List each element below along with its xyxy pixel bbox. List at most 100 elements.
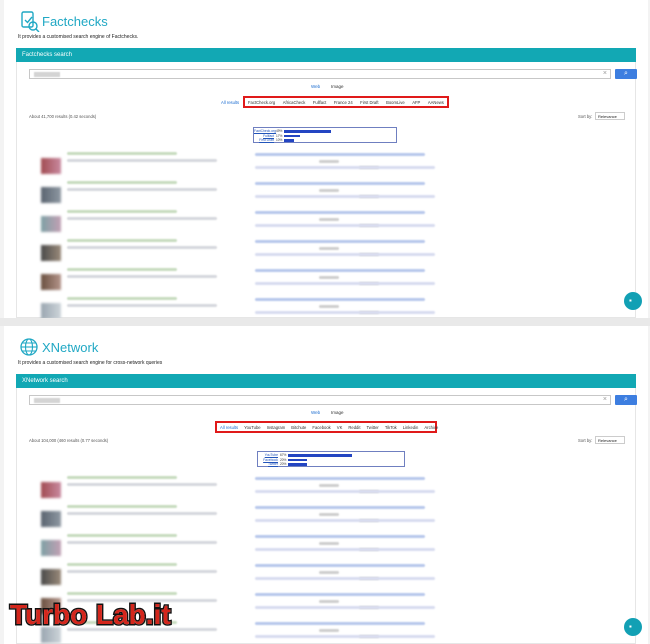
tab-refinement[interactable]: Facebook — [312, 425, 330, 430]
result-text-blur — [67, 152, 177, 155]
sort-select[interactable]: Relevance — [595, 112, 625, 120]
tab-all-results[interactable]: All results — [221, 100, 239, 105]
chat-button[interactable]: ▪ — [624, 292, 642, 310]
result-text-blur — [67, 210, 177, 213]
mini-chart-label[interactable]: YouTube — [258, 453, 278, 457]
result-text-blur — [255, 253, 435, 256]
mini-chart-bar — [288, 463, 308, 466]
result-text-blur — [255, 166, 435, 169]
mini-chart-label[interactable]: FactCheck.org — [254, 129, 276, 133]
search-result[interactable] — [29, 181, 629, 205]
refinement-mini-chart: YouTube 67% Facebook 20% Twitter 20% — [257, 451, 405, 467]
result-text-blur — [255, 548, 435, 551]
watermark-logo: Turbo Turbo Lab.it Lab.it — [9, 598, 173, 632]
result-text-blur — [255, 282, 435, 285]
result-thumbnail[interactable] — [41, 303, 61, 318]
tab-refinement[interactable]: First Draft — [360, 100, 378, 105]
search-input[interactable]: × — [29, 395, 611, 405]
chat-button[interactable]: ▪ — [624, 618, 642, 636]
mini-chart-percent: 49% — [276, 129, 283, 134]
search-result[interactable] — [29, 239, 629, 263]
results-count: About 41,700 results (0.42 seconds) — [29, 114, 97, 119]
result-thumbnail[interactable] — [41, 158, 61, 174]
svg-text:Turbo: Turbo — [10, 599, 87, 630]
result-text-blur — [67, 188, 217, 191]
tab-refinement[interactable]: Instagram — [267, 425, 286, 430]
search-result[interactable] — [29, 534, 629, 558]
result-thumbnail[interactable] — [41, 482, 61, 498]
tab-refinement[interactable]: Archive — [424, 425, 438, 430]
panel-divider — [0, 318, 650, 326]
tab-refinement[interactable]: Twitter — [366, 425, 378, 430]
search-result[interactable] — [29, 297, 629, 318]
tab-web[interactable]: Web — [311, 410, 320, 415]
search-value — [34, 398, 60, 403]
tab-refinement[interactable]: YouTube — [244, 425, 260, 430]
clear-icon[interactable]: × — [603, 70, 607, 77]
result-text-blur — [319, 305, 339, 308]
search-icon: ⌕ — [624, 396, 628, 403]
search-result[interactable] — [29, 476, 629, 500]
mini-chart-label[interactable]: Twitter — [258, 462, 278, 466]
result-text-blur — [255, 153, 425, 156]
result-text-blur — [67, 483, 217, 486]
tab-refinement[interactable]: Fullfact — [313, 100, 327, 105]
svg-text:Lab.it: Lab.it — [96, 599, 171, 630]
result-text-blur — [67, 541, 217, 544]
search-result[interactable] — [29, 210, 629, 234]
search-result[interactable] — [29, 505, 629, 529]
search-button[interactable]: ⌕ — [615, 395, 637, 405]
tab-image[interactable]: Image — [331, 84, 344, 89]
sort-select[interactable]: Relevance — [595, 436, 625, 444]
result-thumbnail[interactable] — [41, 569, 61, 585]
search-result[interactable] — [29, 563, 629, 587]
tab-all-results[interactable]: All results — [220, 425, 238, 430]
result-text-blur — [255, 577, 435, 580]
result-text-blur — [255, 477, 425, 480]
tab-image[interactable]: Image — [331, 410, 344, 415]
mini-chart-bar — [284, 139, 294, 142]
tab-refinement[interactable]: Reddit — [348, 425, 360, 430]
search-result[interactable] — [29, 152, 629, 176]
tab-refinement[interactable]: FactCheck.org — [248, 100, 275, 105]
result-text-blur — [255, 593, 425, 596]
mini-chart-label[interactable]: Facebook — [258, 458, 278, 462]
mini-chart-label[interactable]: Fullfact — [254, 134, 274, 138]
tab-refinement[interactable]: TikTok — [385, 425, 397, 430]
result-text-blur — [67, 159, 217, 162]
tab-web[interactable]: Web — [311, 84, 320, 89]
result-text-blur — [67, 512, 217, 515]
result-thumbnail[interactable] — [41, 187, 61, 203]
result-text-blur — [319, 571, 339, 574]
tab-refinement[interactable]: AfricaCheck — [283, 100, 306, 105]
result-thumbnail[interactable] — [41, 511, 61, 527]
tab-refinement[interactable]: BoomLive — [386, 100, 405, 105]
result-thumbnail[interactable] — [41, 245, 61, 261]
search-result[interactable] — [29, 268, 629, 292]
result-thumbnail[interactable] — [41, 540, 61, 556]
tab-refinement[interactable]: AANews — [428, 100, 444, 105]
mini-chart-label[interactable]: First Draft — [254, 138, 274, 142]
tab-refinement[interactable]: Bitchute — [291, 425, 306, 430]
result-text-blur — [67, 534, 177, 537]
result-text-blur — [319, 629, 339, 632]
clear-icon[interactable]: × — [603, 396, 607, 403]
result-text-blur — [255, 606, 435, 609]
result-text-blur — [255, 635, 435, 638]
result-thumbnail[interactable] — [41, 274, 61, 290]
result-text-blur — [67, 505, 177, 508]
result-text-blur — [67, 239, 177, 242]
search-input[interactable]: × — [29, 69, 611, 79]
result-text-blur — [255, 506, 425, 509]
result-text-blur — [319, 513, 339, 516]
search-card: × ⌕ Web Image All results FactCheck.org … — [16, 62, 637, 318]
result-text-blur — [319, 542, 339, 545]
tab-refinement[interactable]: AFP — [412, 100, 420, 105]
section-bar: Factchecks search — [16, 48, 636, 62]
result-thumbnail[interactable] — [41, 216, 61, 232]
search-button[interactable]: ⌕ — [615, 69, 637, 79]
search-icon: ⌕ — [624, 70, 628, 77]
tab-refinement[interactable]: France 24 — [334, 100, 353, 105]
tab-refinement[interactable]: VK — [337, 425, 343, 430]
tab-refinement[interactable]: Linkedin — [403, 425, 419, 430]
